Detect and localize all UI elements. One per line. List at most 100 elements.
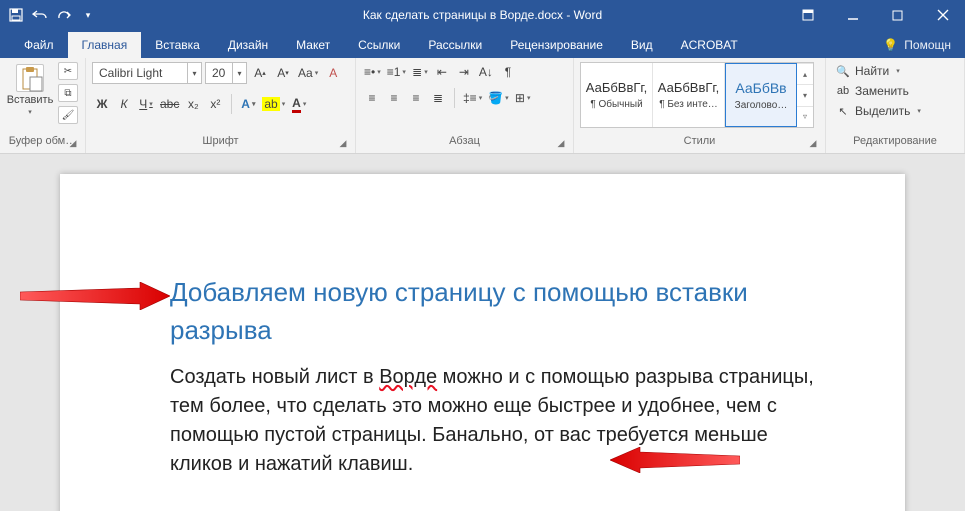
- tab-home[interactable]: Главная: [68, 32, 142, 58]
- align-center-button[interactable]: ≡: [384, 88, 404, 108]
- numbering-button[interactable]: ≡1▾: [385, 62, 408, 82]
- justify-icon: ≣: [433, 91, 443, 105]
- annotation-arrow-right: [610, 447, 740, 473]
- borders-icon: ⊞: [515, 91, 525, 105]
- document-heading[interactable]: Добавляем новую страницу с помощью встав…: [170, 274, 815, 349]
- align-left-icon: ≡: [368, 91, 375, 105]
- highlight-icon: ab: [262, 97, 279, 111]
- font-launcher-icon[interactable]: ◢: [337, 138, 349, 150]
- style-heading1[interactable]: АаБбВв Заголово…: [725, 63, 797, 127]
- tab-mailings[interactable]: Рассылки: [414, 32, 496, 58]
- change-case-button[interactable]: Aa▾: [296, 63, 320, 83]
- title-bar: ▾ Как сделать страницы в Ворде.docx - Wo…: [0, 0, 965, 30]
- styles-launcher-icon[interactable]: ◢: [807, 138, 819, 150]
- gallery-scroll-up-icon[interactable]: ▴: [797, 63, 813, 84]
- annotation-arrow-left: [20, 282, 170, 310]
- close-icon[interactable]: [920, 0, 965, 30]
- document-area[interactable]: Добавляем новую страницу с помощью встав…: [0, 154, 965, 511]
- strikethrough-button[interactable]: abc: [158, 94, 181, 114]
- copy-button[interactable]: ⧉: [58, 84, 78, 102]
- highlight-button[interactable]: ab▾: [260, 94, 287, 114]
- tab-file[interactable]: Файл: [10, 32, 68, 58]
- group-editing-label: Редактирование: [853, 135, 937, 147]
- decrease-indent-button[interactable]: ⇤: [432, 62, 452, 82]
- format-painter-button[interactable]: 🖌: [58, 106, 78, 124]
- group-paragraph: ≡•▾ ≡1▾ ≣▾ ⇤ ⇥ A↓ ¶ ≡ ≡ ≡ ≣ ‡≡▾ 🪣▾ ⊞▾: [356, 58, 574, 153]
- tab-design[interactable]: Дизайн: [214, 32, 282, 58]
- chevron-down-icon[interactable]: ▾: [232, 63, 246, 83]
- find-icon: 🔍: [836, 65, 850, 78]
- tab-layout[interactable]: Макет: [282, 32, 344, 58]
- quick-access-toolbar: ▾: [0, 7, 96, 23]
- align-right-icon: ≡: [412, 91, 419, 105]
- group-clipboard: Вставить ▾ ✂ ⧉ 🖌 Буфер обм…◢: [0, 58, 86, 153]
- group-editing: 🔍 Найти ▾ ab Заменить ↖ Выделить ▾ Редак…: [826, 58, 965, 153]
- font-size-combo[interactable]: 20▾: [205, 62, 247, 84]
- ribbon-display-options-icon[interactable]: [785, 0, 830, 30]
- sort-button[interactable]: A↓: [476, 62, 496, 82]
- tab-review[interactable]: Рецензирование: [496, 32, 617, 58]
- chevron-down-icon[interactable]: ▾: [187, 63, 201, 83]
- lightbulb-icon: 💡: [883, 38, 898, 52]
- multilevel-button[interactable]: ≣▾: [410, 62, 430, 82]
- replace-button[interactable]: ab Заменить: [832, 82, 925, 100]
- select-icon: ↖: [836, 105, 850, 118]
- gallery-expand-icon[interactable]: ▿: [797, 106, 813, 127]
- undo-icon[interactable]: [32, 7, 48, 23]
- align-right-button[interactable]: ≡: [406, 88, 426, 108]
- bold-button[interactable]: Ж: [92, 94, 112, 114]
- style-normal[interactable]: АаБбВвГг, ¶ Обычный: [581, 63, 653, 127]
- document-page[interactable]: Добавляем новую страницу с помощью встав…: [60, 174, 905, 511]
- gallery-scroll-down-icon[interactable]: ▾: [797, 84, 813, 105]
- minimize-icon[interactable]: [830, 0, 875, 30]
- tab-acrobat[interactable]: ACROBAT: [667, 32, 752, 58]
- subscript-button[interactable]: x₂: [183, 94, 203, 114]
- save-icon[interactable]: [8, 7, 24, 23]
- bullets-icon: ≡•: [364, 65, 375, 79]
- styles-gallery: АаБбВвГг, ¶ Обычный АаБбВвГг, ¶ Без инте…: [580, 62, 814, 128]
- tab-insert[interactable]: Вставка: [141, 32, 214, 58]
- style-no-spacing[interactable]: АаБбВвГг, ¶ Без инте…: [653, 63, 725, 127]
- tab-view[interactable]: Вид: [617, 32, 667, 58]
- text-effects-button[interactable]: A▾: [238, 94, 258, 114]
- group-font: Calibri Light▾ 20▾ A▴ A▾ Aa▾ A Ж К Ч▾ ab…: [86, 58, 356, 153]
- select-button[interactable]: ↖ Выделить ▾: [832, 102, 925, 120]
- shrink-font-button[interactable]: A▾: [273, 63, 293, 83]
- qat-customize-icon[interactable]: ▾: [80, 7, 96, 23]
- paragraph-launcher-icon[interactable]: ◢: [555, 138, 567, 150]
- shading-button[interactable]: 🪣▾: [486, 88, 510, 108]
- cut-button[interactable]: ✂: [58, 62, 78, 80]
- redo-icon[interactable]: [56, 7, 72, 23]
- font-name-combo[interactable]: Calibri Light▾: [92, 62, 202, 84]
- clipboard-launcher-icon[interactable]: ◢: [67, 138, 79, 150]
- align-left-button[interactable]: ≡: [362, 88, 382, 108]
- borders-button[interactable]: ⊞▾: [513, 88, 533, 108]
- increase-indent-button[interactable]: ⇥: [454, 62, 474, 82]
- align-center-icon: ≡: [390, 91, 397, 105]
- bullets-button[interactable]: ≡•▾: [362, 62, 383, 82]
- justify-button[interactable]: ≣: [428, 88, 448, 108]
- clear-formatting-button[interactable]: A: [323, 63, 343, 83]
- ribbon: Вставить ▾ ✂ ⧉ 🖌 Буфер обм…◢ Calibri Lig…: [0, 58, 965, 154]
- group-styles-label: Стили: [684, 135, 716, 147]
- multilevel-icon: ≣: [412, 65, 422, 79]
- copy-icon: ⧉: [64, 88, 71, 99]
- replace-icon: ab: [836, 85, 850, 97]
- line-spacing-button[interactable]: ‡≡▾: [461, 88, 484, 108]
- cut-icon: ✂: [64, 66, 72, 77]
- underline-button[interactable]: Ч▾: [136, 94, 156, 114]
- italic-button[interactable]: К: [114, 94, 134, 114]
- font-color-button[interactable]: A▾: [289, 94, 309, 114]
- brush-icon: 🖌: [62, 110, 75, 121]
- find-button[interactable]: 🔍 Найти ▾: [832, 62, 925, 80]
- paint-bucket-icon: 🪣: [488, 91, 503, 105]
- show-marks-button[interactable]: ¶: [498, 62, 518, 82]
- grow-font-button[interactable]: A▴: [250, 63, 270, 83]
- superscript-button[interactable]: x²: [205, 94, 225, 114]
- tell-me-search[interactable]: 💡 Помощн: [883, 38, 951, 58]
- numbering-icon: ≡1: [387, 65, 401, 79]
- maximize-icon[interactable]: [875, 0, 920, 30]
- tab-references[interactable]: Ссылки: [344, 32, 414, 58]
- pilcrow-icon: ¶: [505, 65, 511, 79]
- paste-button[interactable]: Вставить ▾: [6, 62, 54, 118]
